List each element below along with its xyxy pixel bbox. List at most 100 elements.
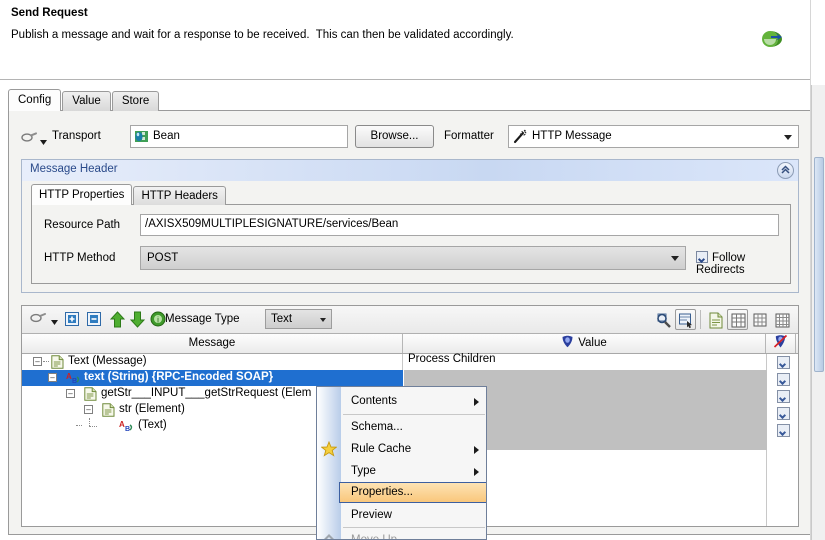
column-header-value-label: Value bbox=[578, 337, 607, 349]
process-checkbox-column bbox=[768, 354, 798, 526]
process-checkbox[interactable] bbox=[777, 356, 790, 369]
grid-large-icon[interactable] bbox=[771, 309, 792, 330]
green-arrow-down-icon[interactable] bbox=[129, 311, 147, 328]
checkbox-box bbox=[696, 251, 708, 263]
send-request-header-panel: Send Request Publish a message and wait … bbox=[0, 0, 811, 80]
bean-transport-icon bbox=[134, 129, 149, 144]
message-type-label: Message Type bbox=[165, 313, 240, 325]
context-menu-gutter bbox=[317, 387, 341, 539]
document-node-icon bbox=[84, 387, 97, 403]
tab-config[interactable]: Config bbox=[8, 89, 62, 111]
zoom-search-icon[interactable] bbox=[653, 309, 674, 330]
message-table-toolbar: i Message Type Text bbox=[22, 306, 798, 334]
resource-path-input[interactable]: /AXISX509MULTIPLESIGNATURE/services/Bean bbox=[140, 214, 779, 236]
process-checkbox[interactable] bbox=[777, 407, 790, 420]
menu-separator bbox=[343, 527, 485, 528]
star-icon bbox=[320, 440, 338, 457]
column-header-value[interactable]: Value bbox=[403, 334, 766, 353]
grid-single-icon[interactable] bbox=[727, 309, 748, 330]
message-table-header-row: Message Value bbox=[22, 334, 798, 354]
transport-split-button[interactable] bbox=[21, 129, 47, 147]
menu-item-type[interactable]: Type bbox=[341, 460, 486, 482]
magic-wand-icon bbox=[513, 129, 528, 144]
submenu-arrow-icon bbox=[474, 468, 479, 476]
tree-expander-icon[interactable]: – bbox=[84, 405, 93, 414]
tree-expander-icon[interactable]: – bbox=[33, 357, 42, 366]
transport-row: Transport Bean Browse... Formatter HTTP … bbox=[21, 125, 799, 151]
menu-item-label: Type bbox=[351, 465, 376, 477]
tree-expander-icon[interactable]: – bbox=[48, 373, 57, 382]
value-shield-icon bbox=[561, 334, 574, 353]
svg-text:B: B bbox=[72, 378, 77, 385]
transport-label: Transport bbox=[52, 130, 101, 142]
process-checkbox[interactable] bbox=[777, 424, 790, 437]
send-request-globe-icon bbox=[760, 26, 784, 50]
menu-item-label: Preview bbox=[351, 509, 392, 521]
message-type-combo[interactable]: Text bbox=[265, 309, 332, 329]
column-header-process[interactable] bbox=[766, 334, 796, 353]
message-table-toolbar-right bbox=[653, 309, 792, 330]
menu-item-rule-cache[interactable]: Rule Cache bbox=[341, 438, 486, 460]
pipe-dropdown-icon bbox=[21, 131, 38, 144]
transport-value: Bean bbox=[153, 130, 180, 142]
menu-item-label: Rule Cache bbox=[351, 443, 412, 455]
document-node-icon bbox=[102, 403, 115, 419]
tree-node-label: getStr___INPUT___getStrRequest (Elem bbox=[101, 387, 312, 399]
document-icon[interactable] bbox=[705, 309, 726, 330]
collapse-chevrons-icon[interactable] bbox=[777, 162, 794, 179]
tab-http-headers[interactable]: HTTP Headers bbox=[133, 186, 226, 205]
column-header-message[interactable]: Message bbox=[22, 334, 403, 353]
tab-store[interactable]: Store bbox=[111, 91, 160, 111]
toolbar-separator bbox=[700, 310, 701, 329]
menu-item-label: Properties... bbox=[351, 486, 413, 498]
chevron-down-icon bbox=[320, 318, 326, 322]
green-arrow-up-icon[interactable] bbox=[109, 311, 127, 328]
message-header-group-title: Message Header bbox=[22, 160, 798, 181]
scrollbar-thumb[interactable] bbox=[814, 157, 824, 372]
document-node-icon bbox=[51, 355, 64, 371]
menu-item-move-up: Move Up bbox=[341, 529, 486, 539]
menu-item-preview[interactable]: Preview bbox=[341, 504, 486, 526]
table-row[interactable]: – A B text (String) {RPC-Encoded SOAP} bbox=[22, 370, 403, 386]
menu-item-label: Schema... bbox=[351, 421, 403, 433]
grid-small-icon[interactable] bbox=[749, 309, 770, 330]
tab-value[interactable]: Value bbox=[62, 91, 111, 111]
resource-path-label: Resource Path bbox=[44, 219, 121, 231]
string-node-icon: A B bbox=[66, 371, 81, 387]
tab-http-properties[interactable]: HTTP Properties bbox=[31, 184, 133, 205]
chevron-down-icon[interactable] bbox=[51, 316, 58, 328]
svg-text:B: B bbox=[125, 426, 130, 433]
value-cell-text: Process Children bbox=[408, 353, 496, 365]
transport-field[interactable]: Bean bbox=[130, 125, 348, 148]
menu-item-contents[interactable]: Contents bbox=[341, 390, 486, 412]
remove-node-icon[interactable] bbox=[86, 311, 103, 328]
message-header-group: Message Header HTTP Properties HTTP Head… bbox=[21, 159, 799, 293]
process-checkbox[interactable] bbox=[777, 390, 790, 403]
browse-button[interactable]: Browse... bbox=[355, 125, 434, 148]
tree-line bbox=[43, 361, 49, 362]
menu-item-properties[interactable]: Properties... bbox=[339, 482, 486, 503]
vertical-scrollbar[interactable] bbox=[811, 85, 825, 540]
follow-redirects-checkbox[interactable]: Follow Redirects bbox=[696, 251, 790, 276]
http-method-label: HTTP Method bbox=[44, 252, 116, 264]
add-node-icon[interactable] bbox=[64, 311, 81, 328]
tree-expander-icon[interactable]: – bbox=[66, 389, 75, 398]
chevron-up-icon bbox=[321, 531, 337, 539]
no-process-icon bbox=[773, 334, 788, 353]
formatter-label: Formatter bbox=[444, 130, 494, 142]
inspect-select-icon[interactable] bbox=[675, 309, 696, 330]
pipe-dropdown-icon[interactable] bbox=[30, 311, 47, 328]
tree-node-label: (Text) bbox=[138, 419, 167, 431]
submenu-arrow-icon bbox=[474, 446, 479, 454]
chevron-down-icon bbox=[671, 256, 679, 261]
message-header-tabstrip: HTTP Properties HTTP Headers bbox=[31, 184, 227, 205]
formatter-combo[interactable]: HTTP Message bbox=[508, 125, 799, 148]
menu-item-schema[interactable]: Schema... bbox=[341, 416, 486, 438]
chevron-down-icon bbox=[40, 136, 47, 148]
table-row[interactable]: – Text (Message) bbox=[22, 354, 403, 370]
column-header-message-label: Message bbox=[188, 337, 236, 349]
process-checkbox[interactable] bbox=[777, 373, 790, 386]
tree-line bbox=[89, 418, 90, 426]
page-description: Publish a message and wait for a respons… bbox=[11, 29, 514, 41]
http-method-combo[interactable]: POST bbox=[140, 246, 686, 270]
